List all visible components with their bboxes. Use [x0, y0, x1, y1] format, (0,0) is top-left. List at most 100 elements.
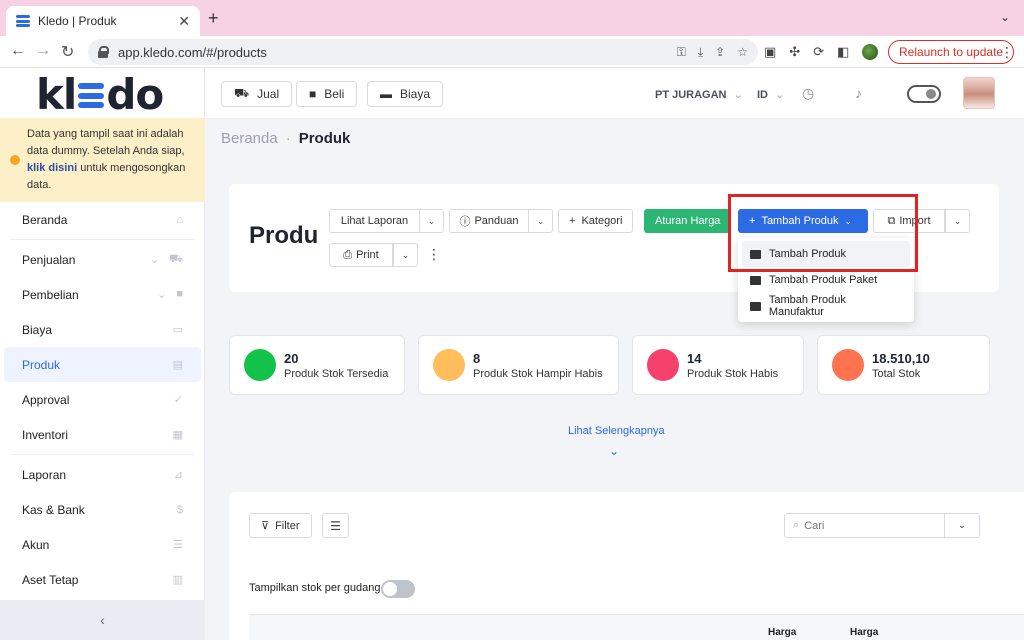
table-header: Harga Harga	[249, 614, 1024, 640]
close-icon[interactable]: ✕	[178, 13, 190, 30]
browser-tab[interactable]: Kledo | Produk ✕	[6, 6, 200, 36]
breadcrumb: Beranda · Produk	[221, 130, 351, 147]
relaunch-button[interactable]: Relaunch to update	[888, 40, 1015, 64]
bell-icon[interactable]: ♪	[855, 85, 862, 101]
sidepanel-icon[interactable]: ◧	[837, 44, 849, 60]
search-options-button[interactable]: ⌄	[944, 513, 980, 538]
sidebar-item-biaya[interactable]: Biaya ▭	[0, 312, 205, 347]
sidebar-item-akun[interactable]: Akun ☰	[0, 527, 205, 562]
page-title: Produ	[249, 222, 319, 249]
kategori-button[interactable]: + Kategori	[558, 209, 634, 233]
import-caret[interactable]: ⌄	[945, 209, 970, 233]
sidebar-menu: Beranda ⌂ Penjualan ⌄ ⛟ Pembelian ⌄ ■ Biay…	[0, 202, 205, 597]
dummy-data-notice: Data yang tampil saat ini adalah data du…	[0, 118, 205, 202]
logo-e-mark	[78, 80, 105, 108]
lihat-selengkapnya-link[interactable]: Lihat Selengkapnya	[568, 425, 665, 437]
sidebar-item-pembelian[interactable]: Pembelian ⌄ ■	[0, 277, 205, 312]
list-icon: ☰	[330, 518, 341, 533]
check-icon: ✓	[173, 394, 183, 406]
chevron-down-icon[interactable]: ⌄	[1000, 10, 1010, 24]
breadcrumb-current: Produk	[298, 130, 351, 147]
sidebar-item-laporan[interactable]: Laporan ⊿	[0, 457, 205, 492]
lihat-laporan-caret[interactable]: ⌄	[419, 209, 444, 233]
forward-icon[interactable]: →	[35, 42, 51, 60]
column-settings-button[interactable]: ☰	[322, 513, 349, 538]
stat-card-hampir-habis[interactable]: 8 Produk Stok Hampir Habis	[418, 335, 619, 395]
sync-icon[interactable]: ⟳	[813, 44, 824, 60]
biaya-button[interactable]: ▬ Biaya	[367, 81, 444, 107]
chevron-down-icon: ⌄	[733, 89, 743, 101]
dropdown-item-tambah-produk-manufaktur[interactable]: Tambah Produk Manufaktur	[738, 293, 914, 319]
card-icon: ▬	[380, 87, 392, 101]
sidebar-item-produk[interactable]: Produk ▤	[4, 347, 201, 382]
sidebar-item-aset-tetap[interactable]: Aset Tetap ▥	[0, 562, 205, 597]
dark-mode-toggle[interactable]	[907, 85, 941, 103]
sidebar: kl do Data yang tampil saat ini adalah d…	[0, 68, 205, 640]
more-vert-icon[interactable]: ⋮	[1000, 44, 1014, 61]
panduan-caret[interactable]: ⌄	[528, 209, 553, 233]
warehouse-icon: ▦	[172, 429, 183, 441]
stock-per-warehouse-label: Tampilkan stok per gudang	[249, 582, 381, 594]
chevron-down-icon[interactable]: ⌄	[609, 444, 619, 458]
chevron-down-icon: ⌄	[149, 253, 160, 266]
column-header-harga[interactable]: Harga	[850, 627, 878, 638]
profile-avatar-icon[interactable]	[862, 44, 879, 60]
lihat-laporan-button[interactable]: Lihat Laporan	[329, 209, 420, 233]
bag-icon: ■	[309, 87, 317, 101]
clock-icon[interactable]: ◷	[802, 85, 814, 102]
stock-per-warehouse-toggle[interactable]	[381, 580, 415, 598]
filter-button[interactable]: ⊽ Filter	[249, 513, 312, 538]
company-selector[interactable]: PT JURAGAN ⌄	[655, 88, 743, 101]
bag-icon: ■	[176, 288, 183, 300]
list-icon: ☰	[173, 539, 183, 551]
beli-button[interactable]: ■ Beli	[296, 81, 358, 107]
url-text: app.kledo.com/#/products	[118, 44, 267, 60]
camera-icon[interactable]: ▣	[764, 44, 776, 60]
star-icon[interactable]: ☆	[737, 45, 748, 60]
chevron-down-icon: ⌄	[957, 520, 967, 531]
clear-dummy-link[interactable]: klik disini	[27, 162, 77, 174]
browser-tabbar: Kledo | Produk ✕ + ⌄	[0, 0, 1024, 36]
stat-card-habis[interactable]: 14 Produk Stok Habis	[632, 335, 804, 395]
search-input[interactable]	[804, 519, 925, 532]
breadcrumb-home[interactable]: Beranda	[221, 130, 278, 147]
stat-card-total-stok[interactable]: 18.510,10 Total Stok	[817, 335, 990, 395]
print-caret[interactable]: ⌄	[393, 243, 418, 267]
more-vert-icon[interactable]: ⋮	[427, 246, 441, 263]
sidebar-item-beranda[interactable]: Beranda ⌂	[0, 202, 205, 237]
user-avatar[interactable]	[963, 77, 995, 109]
kledo-logo[interactable]: kl do	[36, 70, 164, 119]
sidebar-item-kas-bank[interactable]: Kas & Bank $	[0, 492, 205, 527]
panduan-button[interactable]: ⓘ Panduan	[449, 209, 529, 233]
search-box: ⌕	[784, 513, 945, 538]
share-icon[interactable]: ⇪	[715, 45, 725, 60]
download-icon[interactable]: ⤓	[698, 45, 703, 60]
language-selector[interactable]: ID ⌄	[757, 88, 784, 101]
sidebar-collapse-button[interactable]: ‹	[0, 600, 205, 640]
key-icon[interactable]: ⚿	[677, 45, 686, 60]
sidebar-item-approval[interactable]: Approval ✓	[0, 382, 205, 417]
search-icon: ⌕	[793, 519, 800, 531]
jual-button[interactable]: ⛟ Jual	[221, 81, 293, 107]
package-icon	[750, 275, 761, 285]
print-button[interactable]: ⎙ Print	[329, 243, 393, 267]
new-tab-icon[interactable]: +	[208, 8, 219, 29]
status-dot-icon	[244, 349, 276, 381]
sidebar-item-inventori[interactable]: Inventori ▦	[0, 417, 205, 452]
stat-card-tersedia[interactable]: 20 Produk Stok Tersedia	[229, 335, 405, 395]
factory-icon	[750, 301, 761, 311]
back-icon[interactable]: ←	[10, 42, 26, 60]
address-bar[interactable]: app.kledo.com/#/products ⚿ ⤓ ⇪ ☆	[88, 39, 758, 65]
column-header-harga[interactable]: Harga	[768, 627, 796, 638]
chevron-down-icon: ⌄	[775, 89, 785, 101]
basket-icon: ⛟	[234, 86, 250, 100]
box-icon: ▤	[172, 359, 183, 371]
reload-icon[interactable]: ↻	[61, 42, 74, 62]
puzzle-icon[interactable]: ✣	[789, 44, 800, 60]
dollar-icon: $	[176, 503, 183, 516]
warning-icon	[10, 155, 20, 165]
aturan-harga-button[interactable]: Aturan Harga	[644, 209, 732, 233]
divider	[10, 239, 195, 240]
card-icon: ▭	[172, 324, 183, 336]
sidebar-item-penjualan[interactable]: Penjualan ⌄ ⛟	[0, 242, 205, 277]
